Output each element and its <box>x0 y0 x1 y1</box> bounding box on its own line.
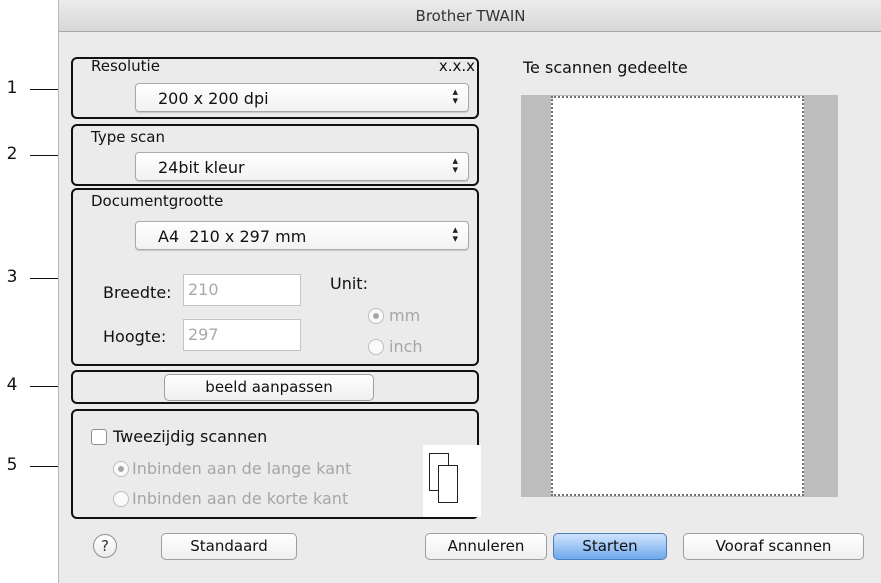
document-size-label: Documentgrootte <box>91 192 224 210</box>
width-field[interactable]: 210 <box>183 274 301 306</box>
window-title: Brother TWAIN <box>415 6 526 25</box>
document-size-popup[interactable]: A4 210 x 297 mm ▴ ▾ <box>135 221 469 250</box>
duplex-group: Tweezijdig scannen Inbinden aan de lange… <box>71 409 481 519</box>
scan-type-group: Type scan 24bit kleur ▴ ▾ <box>71 124 479 186</box>
adjust-image-group: beeld aanpassen <box>71 370 479 404</box>
height-field[interactable]: 297 <box>183 319 301 351</box>
cancel-button[interactable]: Annuleren <box>425 533 547 560</box>
long-edge-label: Inbinden aan de lange kant <box>132 459 352 478</box>
duplex-pages-icon <box>423 445 481 517</box>
popup-arrows-icon: ▴ ▾ <box>452 85 458 107</box>
scan-area-page[interactable] <box>551 96 804 496</box>
callout-5: 5 <box>6 455 18 475</box>
document-size-value: A4 210 x 297 mm <box>158 227 307 246</box>
adjust-image-button[interactable]: beeld aanpassen <box>164 374 374 401</box>
width-label: Breedte: <box>103 283 172 302</box>
resolution-group: Resolutie x.x.x 200 x 200 dpi ▴ ▾ <box>71 57 479 119</box>
scan-type-value: 24bit kleur <box>158 158 245 177</box>
scan-type-popup[interactable]: 24bit kleur ▴ ▾ <box>135 152 469 181</box>
duplex-checkbox[interactable] <box>91 429 107 445</box>
height-label: Hoogte: <box>103 327 167 346</box>
unit-inch-radio[interactable] <box>368 339 384 355</box>
start-button[interactable]: Starten <box>553 533 667 560</box>
callout-4: 4 <box>6 375 18 395</box>
unit-inch-label: inch <box>389 337 423 356</box>
preview-label: Te scannen gedeelte <box>523 58 688 77</box>
prescan-button[interactable]: Vooraf scannen <box>683 533 864 560</box>
default-button[interactable]: Standaard <box>161 533 297 560</box>
long-edge-radio[interactable] <box>113 461 129 477</box>
callout-3: 3 <box>6 267 18 287</box>
unit-mm-label: mm <box>389 306 421 325</box>
callout-1: 1 <box>6 78 18 98</box>
unit-label: Unit: <box>330 274 368 293</box>
twain-window: Brother TWAIN Resolutie x.x.x 200 x 200 … <box>58 0 881 583</box>
version-label: x.x.x <box>438 57 475 75</box>
title-bar: Brother TWAIN <box>59 0 881 32</box>
scan-area-preview[interactable] <box>521 95 838 497</box>
resolution-label: Resolutie <box>91 57 160 75</box>
short-edge-radio[interactable] <box>113 491 129 507</box>
duplex-checkbox-label: Tweezijdig scannen <box>113 427 268 446</box>
document-size-group: Documentgrootte A4 210 x 297 mm ▴ ▾ Breed… <box>71 188 479 366</box>
unit-mm-radio[interactable] <box>368 308 384 324</box>
help-button[interactable]: ? <box>93 534 117 558</box>
callout-2: 2 <box>6 144 18 164</box>
scan-type-label: Type scan <box>91 128 165 146</box>
short-edge-label: Inbinden aan de korte kant <box>132 489 349 508</box>
resolution-popup[interactable]: 200 x 200 dpi ▴ ▾ <box>135 83 469 112</box>
popup-arrows-icon: ▴ ▾ <box>452 223 458 245</box>
resolution-value: 200 x 200 dpi <box>158 89 269 108</box>
popup-arrows-icon: ▴ ▾ <box>452 154 458 176</box>
